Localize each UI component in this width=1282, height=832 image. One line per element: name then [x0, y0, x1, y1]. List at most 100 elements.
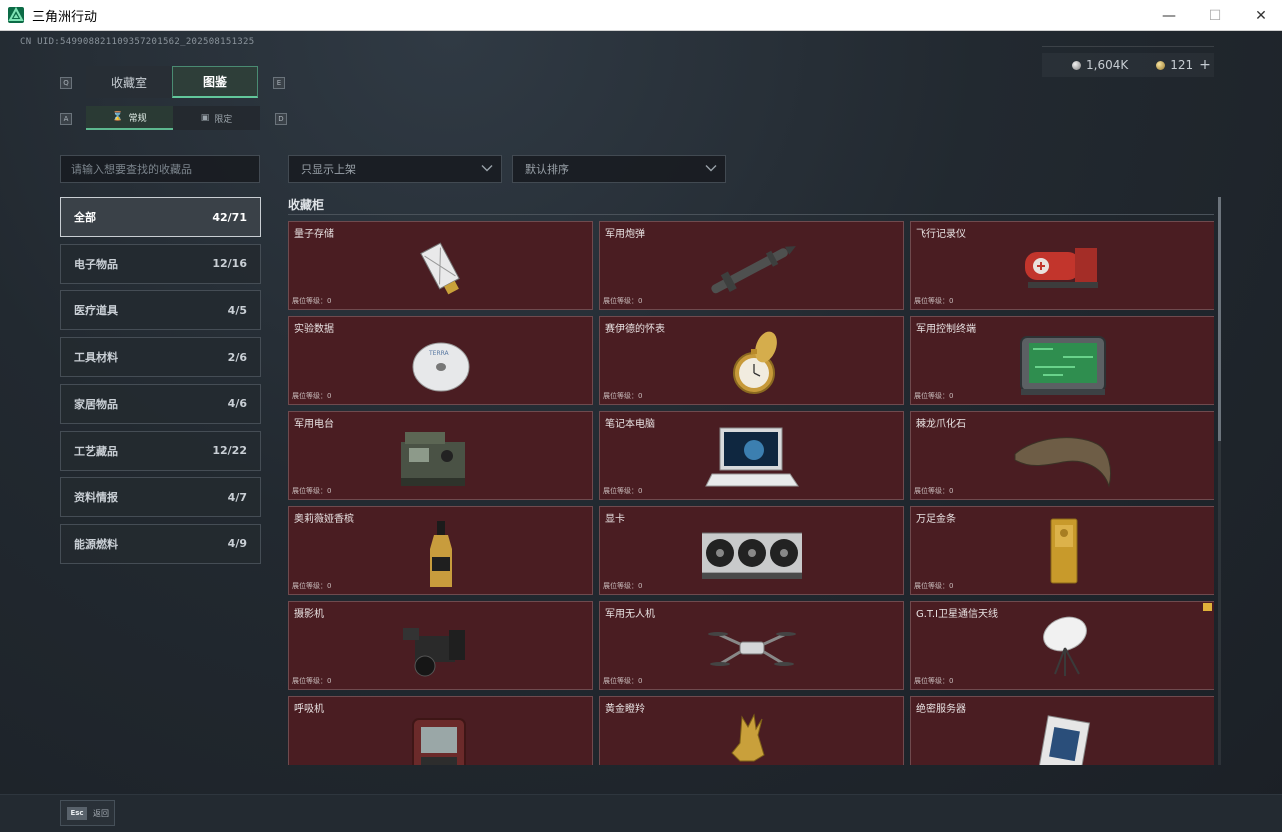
item-name: G.T.I卫星通信天线	[916, 609, 998, 620]
item-display-level: 展位等级：0	[914, 297, 954, 305]
category-count: 4/7	[227, 490, 247, 504]
item-name: 赛伊德的怀表	[605, 324, 665, 335]
category-count: 12/22	[212, 444, 247, 457]
item-display-level: 展位等级：0	[603, 392, 643, 400]
chevron-down-icon	[481, 165, 493, 172]
item-image-pocket-watch	[702, 327, 802, 401]
collection-item-card[interactable]: G.T.I卫星通信天线 展位等级：0	[910, 601, 1214, 690]
item-display-level: 展位等级：0	[603, 677, 643, 685]
category-item[interactable]: 资料情报 4/7	[60, 477, 261, 518]
silver-coin-icon	[1072, 60, 1081, 70]
collection-item-card[interactable]: 黄金瞪羚	[599, 696, 904, 765]
grid-scrollbar-thumb[interactable]	[1218, 197, 1221, 441]
collection-item-card[interactable]: 军用炮弹展位等级：0	[599, 221, 904, 310]
collection-item-card[interactable]: 棘龙爪化石 展位等级：0	[910, 411, 1214, 500]
category-item[interactable]: 工具材料 2/6	[60, 337, 261, 378]
item-display-level: 展位等级：0	[292, 677, 332, 685]
key-hint-d: D	[275, 113, 287, 125]
collection-item-card[interactable]: 军用无人机展位等级：0	[599, 601, 904, 690]
back-button[interactable]: Esc 返回	[60, 800, 115, 826]
search-input[interactable]: 请输入想要查找的收藏品	[60, 155, 260, 183]
collection-item-card[interactable]: 显卡 展位等级：0	[599, 506, 904, 595]
add-currency-button[interactable]: +	[1199, 57, 1211, 73]
hourglass-icon: ⌛	[112, 112, 124, 122]
esc-key-icon: Esc	[67, 806, 87, 820]
item-image-radio	[391, 422, 491, 496]
currency-silver-value: 1,604K	[1086, 58, 1129, 72]
item-display-level: 展位等级：0	[292, 487, 332, 495]
close-button[interactable]: ✕	[1238, 0, 1282, 31]
collection-item-card[interactable]: 奥莉薇娅香槟 展位等级：0	[288, 506, 593, 595]
back-label: 返回	[93, 808, 109, 818]
app-logo-icon	[8, 7, 24, 23]
category-label: 工具材料	[74, 351, 118, 365]
item-image-terminal	[1013, 327, 1113, 401]
subtab-regular[interactable]: ⌛ 常规	[86, 106, 173, 130]
item-name: 军用控制终端	[916, 324, 976, 335]
collection-item-card[interactable]: 飞行记录仪展位等级：0	[910, 221, 1214, 310]
player-uid: CN UID:5499088211093572015​62_2025081513…	[20, 37, 255, 47]
item-display-level: 展位等级：0	[914, 487, 954, 495]
item-name: 绝密服务器	[916, 704, 966, 715]
collection-item-card[interactable]: 呼吸机	[288, 696, 593, 765]
collection-item-card[interactable]: 笔记本电脑 展位等级：0	[599, 411, 904, 500]
subtab-limited-label: 限定	[214, 114, 233, 125]
item-image-disc: TERRA	[391, 327, 491, 401]
category-label: 能源燃料	[74, 537, 118, 551]
svg-text:TERRA: TERRA	[428, 350, 450, 357]
item-image-bottle	[391, 517, 491, 591]
minimize-button[interactable]: —	[1146, 0, 1192, 31]
collection-item-card[interactable]: 绝密服务器	[910, 696, 1214, 765]
currency-gold: 121 +	[1156, 57, 1211, 73]
category-item[interactable]: 工艺藏品 12/22	[60, 430, 261, 471]
window-titlebar: 三角洲行动 — ☐ ✕	[0, 0, 1282, 31]
category-count: 4/5	[227, 303, 247, 317]
category-count: 42/71	[212, 210, 247, 224]
item-name: 军用电台	[294, 419, 334, 430]
collection-item-card[interactable]: 军用电台展位等级：0	[288, 411, 593, 500]
tab-codex[interactable]: 图鉴	[172, 66, 258, 98]
game-stage: CN UID:5499088211093572015​62_2025081513…	[0, 31, 1282, 832]
item-display-level: 展位等级：0	[603, 297, 643, 305]
header-divider	[1042, 46, 1214, 47]
listing-filter-dropdown[interactable]: 只显示上架	[288, 155, 502, 183]
category-label: 电子物品	[74, 257, 118, 271]
item-name: 军用炮弹	[605, 229, 645, 240]
listing-filter-label: 只显示上架	[301, 163, 356, 176]
category-item[interactable]: 医疗道具 4/5	[60, 290, 261, 331]
category-item[interactable]: 全部 42/71	[60, 197, 261, 237]
item-display-level: 展位等级：0	[292, 297, 332, 305]
collection-item-card[interactable]: 赛伊德的怀表 展位等级：0	[599, 316, 904, 405]
collection-item-card[interactable]: 摄影机 展位等级：0	[288, 601, 593, 690]
collection-item-card[interactable]: 万足金条 展位等级：0	[910, 506, 1214, 595]
category-item[interactable]: 家居物品 4/6	[60, 383, 261, 424]
tab-collection-room[interactable]: 收藏室	[86, 66, 172, 98]
item-name: 飞行记录仪	[916, 229, 966, 240]
category-item[interactable]: 能源燃料 4/9	[60, 523, 261, 564]
item-display-level: 展位等级：0	[292, 582, 332, 590]
item-image-gold-bar	[1013, 517, 1113, 591]
item-image-gpu	[695, 517, 809, 591]
collection-item-card[interactable]: 军用控制终端 展位等级：0	[910, 316, 1214, 405]
collection-item-card[interactable]: 实验数据 TERRA 展位等级：0	[288, 316, 593, 405]
item-image-usb-drive	[391, 232, 491, 306]
item-display-level: 展位等级：0	[914, 582, 954, 590]
gold-coin-icon	[1156, 60, 1166, 70]
category-count: 2/6	[227, 350, 247, 364]
key-hint-q: Q	[60, 77, 72, 89]
item-image-ventilator	[391, 707, 491, 765]
sort-dropdown[interactable]: 默认排序	[512, 155, 726, 183]
item-name: 军用无人机	[605, 609, 655, 620]
item-image-server	[1013, 707, 1113, 765]
maximize-button[interactable]: ☐	[1192, 0, 1238, 31]
collection-item-card[interactable]: 量子存储 展位等级：0	[288, 221, 593, 310]
item-image-gazelle	[702, 707, 802, 765]
frame-icon: ▣	[200, 113, 210, 123]
category-item[interactable]: 电子物品 12/16	[60, 243, 261, 284]
item-display-level: 展位等级：0	[914, 677, 954, 685]
bottom-bar: Esc 返回	[0, 794, 1282, 832]
item-display-level: 展位等级：0	[603, 487, 643, 495]
subtab-limited[interactable]: ▣ 限定	[173, 106, 260, 130]
item-image-drone	[702, 612, 802, 686]
item-display-level: 展位等级：0	[292, 392, 332, 400]
